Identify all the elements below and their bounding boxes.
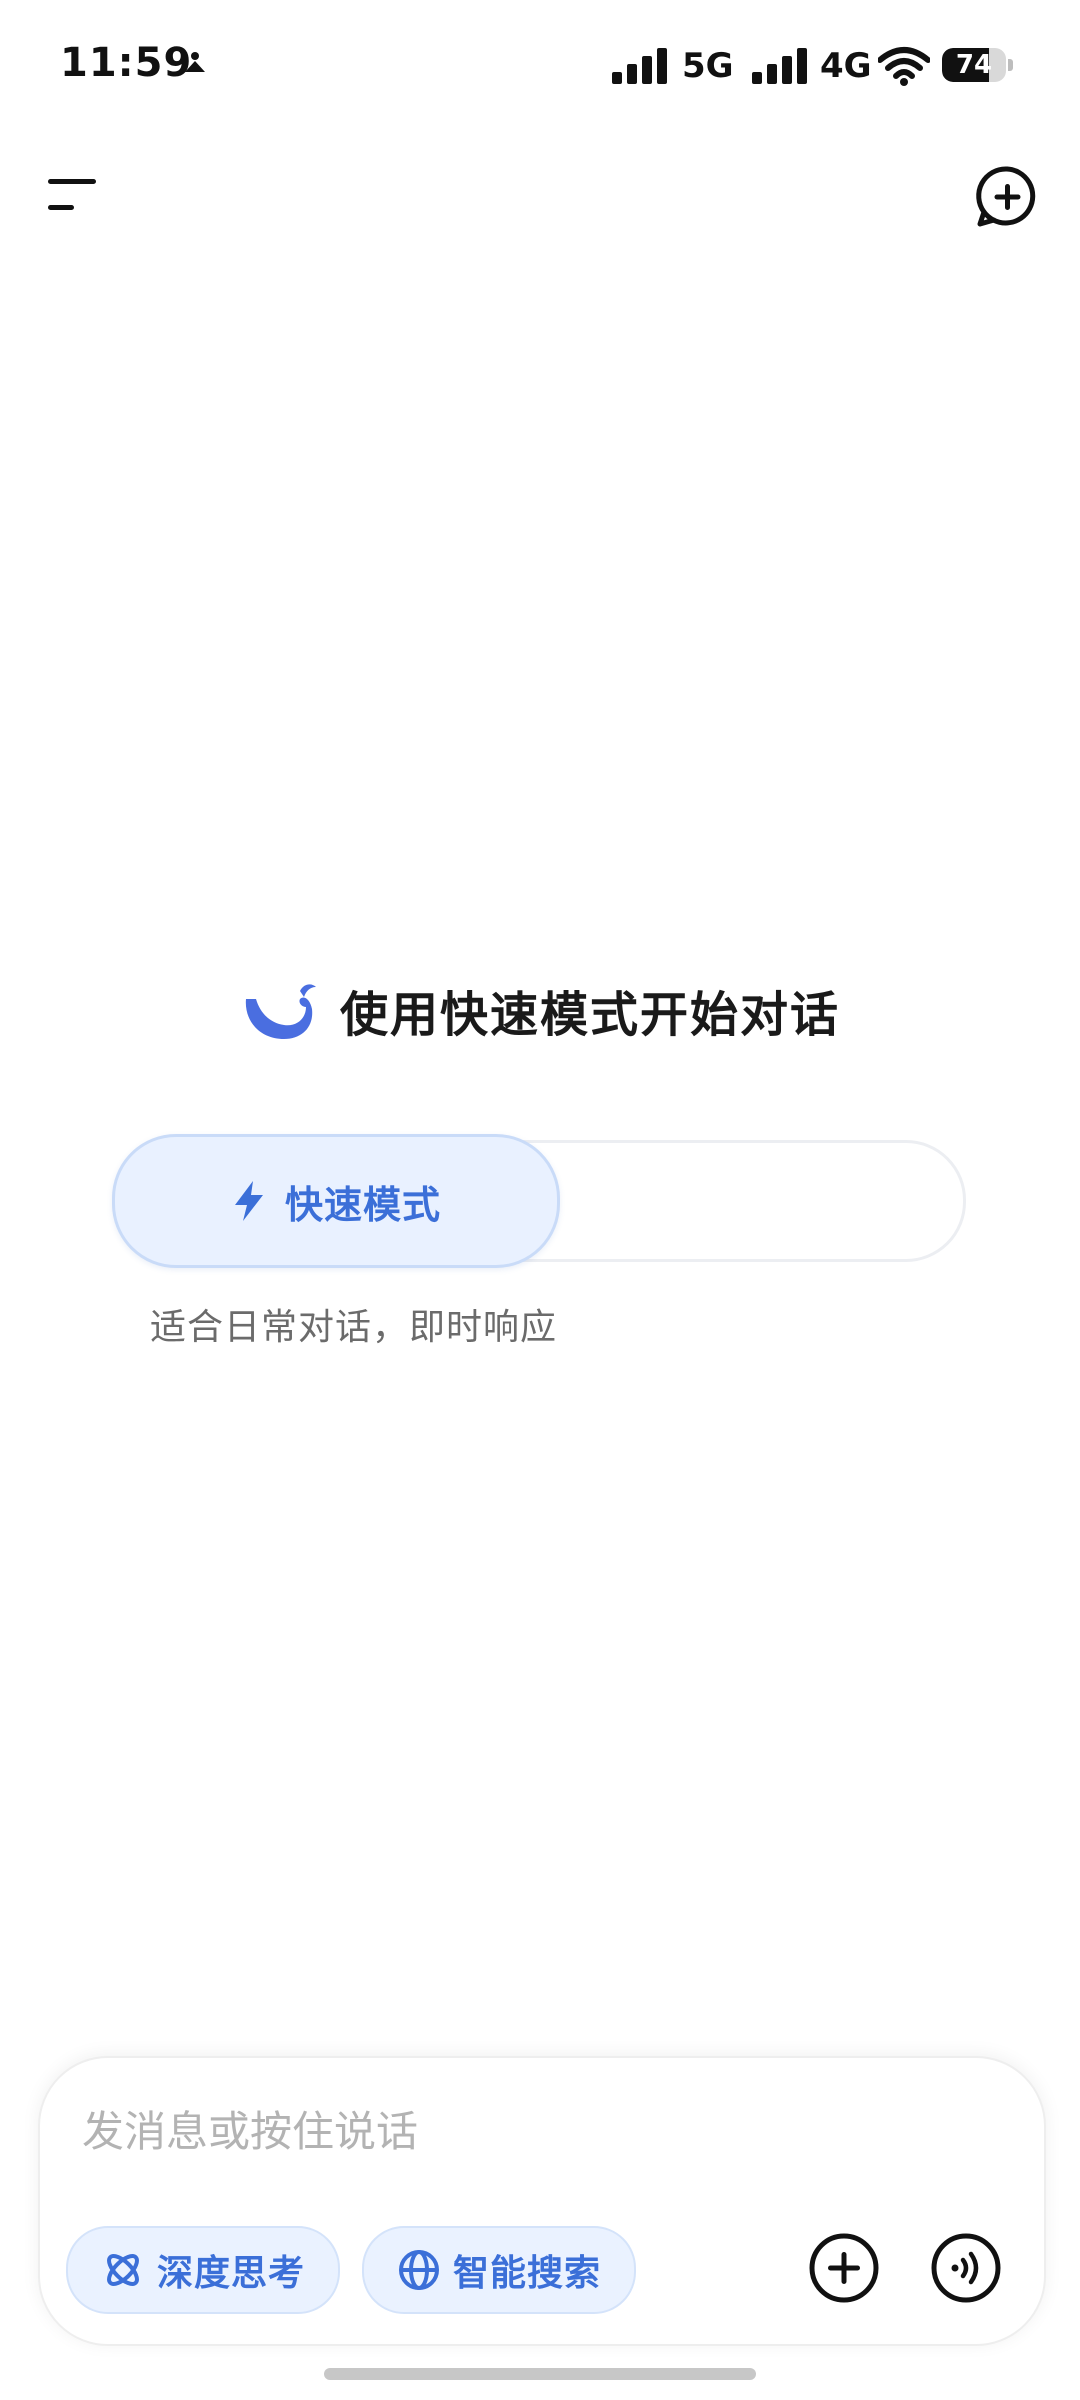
fast-mode-label: 快速模式 (284, 1182, 441, 1227)
globe-icon (398, 2250, 439, 2290)
whale-logo-icon (245, 984, 316, 1039)
plus-circle-icon (809, 2233, 879, 2303)
message-input[interactable] (80, 2100, 984, 2162)
lightning-icon (234, 1181, 263, 1221)
add-attachment-button[interactable] (808, 2232, 880, 2304)
mode-description: 适合日常对话，即时响应 (150, 1307, 558, 1348)
deep-think-button[interactable]: 深度思考 (66, 2226, 340, 2314)
location-icon (185, 52, 205, 72)
atom-icon (107, 2254, 139, 2286)
voice-call-button[interactable] (930, 2232, 1002, 2304)
status-bar: 11:59 5G 4G 74 (0, 0, 1080, 140)
status-time: 11:59 (60, 40, 193, 86)
battery-level: 74 (955, 50, 993, 80)
hero-title: 使用快速模式开始对话 (339, 987, 840, 1043)
mode-option-inactive[interactable] (560, 1143, 956, 1253)
home-indicator (324, 2368, 756, 2380)
new-chat-icon (976, 166, 1036, 227)
new-chat-button[interactable] (972, 162, 1042, 232)
network-5g: 5G (682, 46, 734, 86)
web-search-label: 智能搜索 (452, 2253, 601, 2294)
web-search-button[interactable]: 智能搜索 (362, 2226, 636, 2314)
hero: 使用快速模式开始对话 (0, 975, 1080, 1045)
fast-mode-button[interactable]: 快速模式 (112, 1134, 560, 1268)
wifi-icon (878, 47, 930, 86)
battery-icon: 74 (942, 48, 1014, 84)
menu-button[interactable] (40, 165, 110, 225)
menu-icon (48, 179, 96, 210)
voice-call-icon (931, 2233, 1001, 2303)
deep-think-label: 深度思考 (156, 2253, 305, 2294)
signal-icon (612, 48, 667, 84)
signal-icon (752, 48, 807, 84)
network-4g: 4G (820, 46, 872, 86)
